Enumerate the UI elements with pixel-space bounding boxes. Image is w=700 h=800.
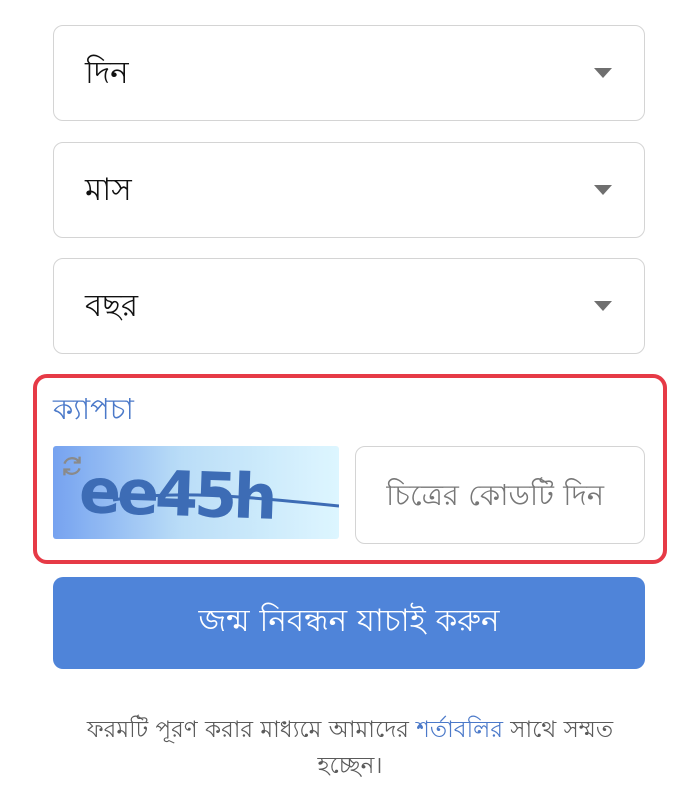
chevron-down-icon — [594, 68, 612, 78]
day-select[interactable]: দিন — [53, 25, 645, 121]
day-select-value: দিন — [85, 54, 129, 91]
month-select[interactable]: মাস — [53, 142, 645, 238]
chevron-down-icon — [594, 185, 612, 195]
captcha-image: ee45h — [53, 446, 339, 539]
terms-prefix: ফরমটি পূরণ করার মাধ্যমে আমাদের — [86, 717, 417, 743]
chevron-down-icon — [594, 301, 612, 311]
year-select-value: বছর — [85, 287, 139, 324]
captcha-label: ক্যাপচা — [53, 392, 134, 426]
captcha-input[interactable] — [355, 446, 645, 544]
refresh-icon[interactable] — [58, 452, 86, 480]
terms-link[interactable]: শর্তাবলির — [416, 717, 503, 743]
terms-text: ফরমটি পূরণ করার মাধ্যমে আমাদের শর্তাবলির… — [60, 712, 640, 784]
month-select-value: মাস — [85, 171, 132, 208]
verify-birth-registration-button[interactable]: জন্ম নিবন্ধন যাচাই করুন — [53, 577, 645, 669]
year-select[interactable]: বছর — [53, 258, 645, 354]
